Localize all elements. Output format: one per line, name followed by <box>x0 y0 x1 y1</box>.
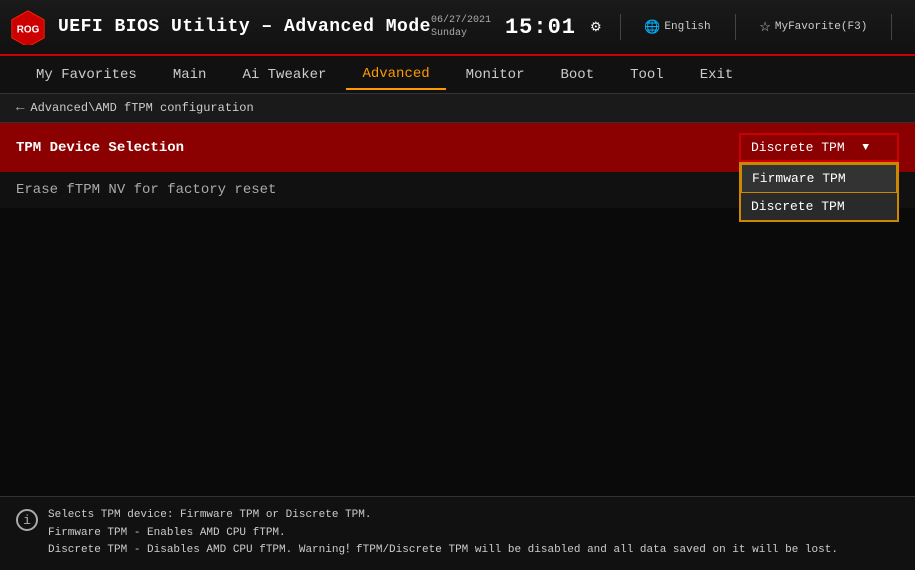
myfav-icon: ☆ <box>759 20 771 35</box>
bios-title: UEFI BIOS Utility – Advanced Mode <box>58 17 431 37</box>
svg-text:ROG: ROG <box>17 24 40 35</box>
info-icon: i <box>16 509 38 531</box>
time-gear-icon[interactable]: ⚙ <box>590 20 602 35</box>
datetime-block: 06/27/2021Sunday <box>431 14 491 40</box>
dropdown-arrow-icon: ▼ <box>862 142 869 154</box>
tab-boot[interactable]: Boot <box>544 61 610 89</box>
date-label: 06/27/2021Sunday <box>431 14 491 40</box>
info-line-1: Selects TPM device: Firmware TPM or Disc… <box>48 507 838 525</box>
header-info-bar: 06/27/2021Sunday 15:01 ⚙ 🌐 English ☆ MyF… <box>431 11 915 43</box>
tab-monitor[interactable]: Monitor <box>450 61 541 89</box>
language-icon: 🌐 <box>644 20 660 35</box>
dropdown-item-firmware-tpm[interactable]: Firmware TPM <box>741 164 897 193</box>
erase-ftpm-label: Erase fTPM NV for factory reset <box>16 182 276 198</box>
back-arrow-icon[interactable]: ← <box>16 100 24 116</box>
divider-2 <box>735 14 736 40</box>
tab-tool[interactable]: Tool <box>614 61 680 89</box>
tab-advanced[interactable]: Advanced <box>346 60 445 90</box>
tpm-dropdown[interactable]: Discrete TPM ▼ <box>739 133 899 162</box>
tab-my-favorites[interactable]: My Favorites <box>20 61 153 89</box>
rog-logo-icon: ROG <box>10 9 46 45</box>
info-text: Selects TPM device: Firmware TPM or Disc… <box>48 507 838 560</box>
breadcrumb: ← Advanced\AMD fTPM configuration <box>0 94 915 123</box>
divider-1 <box>620 14 621 40</box>
dropdown-item-discrete-tpm[interactable]: Discrete TPM <box>741 193 897 220</box>
content-area: TPM Device Selection Discrete TPM ▼ Firm… <box>0 123 915 208</box>
tab-exit[interactable]: Exit <box>684 61 750 89</box>
info-line-3: Discrete TPM - Disables AMD CPU fTPM. Wa… <box>48 542 838 560</box>
tab-ai-tweaker[interactable]: Ai Tweaker <box>226 61 342 89</box>
divider-3 <box>891 14 892 40</box>
rog-logo-area: ROG <box>10 9 46 45</box>
info-bar: i Selects TPM device: Firmware TPM or Di… <box>0 496 915 570</box>
tpm-dropdown-menu: Firmware TPM Discrete TPM <box>739 162 899 222</box>
tab-main[interactable]: Main <box>157 61 223 89</box>
qfan-button[interactable]: ∿ Qfan Control(F6) <box>910 13 915 41</box>
bios-header: ROG UEFI BIOS Utility – Advanced Mode 06… <box>0 0 915 56</box>
language-button[interactable]: 🌐 English <box>638 18 716 37</box>
breadcrumb-path: Advanced\AMD fTPM configuration <box>30 101 253 115</box>
tpm-device-selection-label: TPM Device Selection <box>16 140 184 156</box>
tpm-dropdown-value: Discrete TPM <box>751 140 845 155</box>
info-line-2: Firmware TPM - Enables AMD CPU fTPM. <box>48 525 838 543</box>
nav-tabs-bar: My Favorites Main Ai Tweaker Advanced Mo… <box>0 56 915 94</box>
myfavorite-button[interactable]: ☆ MyFavorite(F3) <box>753 18 873 37</box>
language-label: English <box>664 21 710 33</box>
tpm-dropdown-container: Discrete TPM ▼ Firmware TPM Discrete TPM <box>739 133 899 162</box>
myfav-label: MyFavorite(F3) <box>775 21 867 33</box>
time-display: 15:01 <box>505 15 576 40</box>
tpm-device-selection-row[interactable]: TPM Device Selection Discrete TPM ▼ Firm… <box>0 123 915 172</box>
